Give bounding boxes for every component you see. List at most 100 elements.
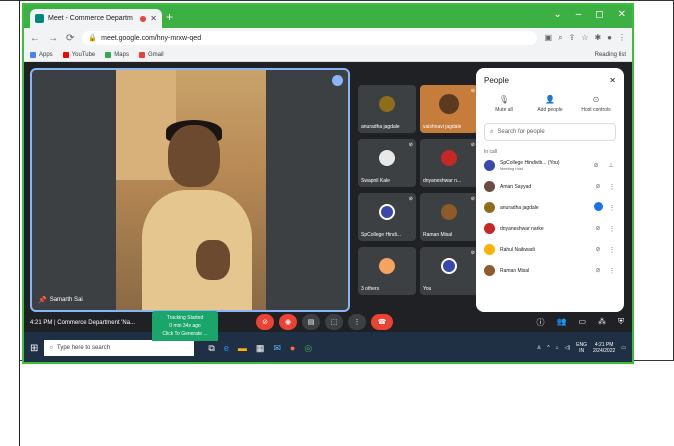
mic-off-icon[interactable]: ⊘: [591, 162, 601, 169]
tab-bar: Meet - Commerce Departm ✕ + ⌄ – ◻ ✕: [24, 5, 632, 28]
region-code: IN: [579, 348, 585, 354]
windows-start-icon[interactable]: ⊞: [30, 343, 38, 354]
mic-off-icon: ⊘: [470, 196, 475, 202]
star-icon[interactable]: ☆: [581, 33, 588, 43]
people-row[interactable]: dnyaneshwar narke ⊘ ⋮: [484, 218, 616, 239]
tray-chevron-icon[interactable]: ^: [547, 345, 549, 351]
video-hand: [196, 240, 230, 280]
clock[interactable]: 4:21 PM 2/24/2022: [593, 342, 615, 354]
participant-tile[interactable]: ⊘ dnyaneshwar n...: [420, 139, 478, 187]
bookmark-apps[interactable]: Apps: [30, 51, 53, 58]
firefox-icon[interactable]: ●: [290, 343, 295, 354]
participant-tile[interactable]: anuradha jagdale: [358, 85, 416, 133]
task-view-icon[interactable]: ⧉: [208, 343, 214, 354]
mic-toggle-button[interactable]: ⊘: [256, 314, 274, 330]
participant-tile[interactable]: ⊘ SpCollege Hindi...: [358, 193, 416, 241]
people-row[interactable]: Aman Sayyad ⊘ ⋮: [484, 176, 616, 197]
notification-icon[interactable]: ▭: [621, 345, 626, 351]
participant-tile[interactable]: 3 others: [358, 247, 416, 295]
extensions-icon[interactable]: ✱: [594, 33, 601, 43]
mic-off-icon: 🎙: [498, 95, 510, 104]
people-row[interactable]: SpCollege Hindivib... (You) Meeting host…: [484, 155, 616, 176]
more-options-icon[interactable]: ⋮: [608, 246, 616, 254]
bookmark-maps[interactable]: Maps: [105, 51, 129, 58]
avatar: [484, 160, 495, 171]
host-tag: Meeting host: [500, 166, 523, 171]
main-video-tile[interactable]: 📌 Samarth Sai: [30, 68, 350, 312]
clock-date: 2/24/2022: [593, 348, 616, 354]
info-icon[interactable]: ⓘ: [536, 317, 544, 328]
profile-icon[interactable]: ●: [607, 33, 612, 43]
people-panel: People ✕ 🎙 Mute all 👤 Add people ⊙ Host …: [476, 68, 624, 312]
participant-tile[interactable]: ⊘ Swapnil Kale: [358, 139, 416, 187]
mic-off-icon[interactable]: ⊘: [593, 246, 603, 253]
people-tray-icon[interactable]: ♙: [537, 345, 541, 351]
maximize-button[interactable]: ◻: [595, 9, 603, 20]
host-shield-icon[interactable]: ⛨: [618, 317, 624, 328]
participant-tile[interactable]: ⊘ You: [420, 247, 478, 295]
share-icon[interactable]: ⇪: [569, 33, 576, 43]
more-options-icon[interactable]: ⋮: [608, 204, 616, 212]
mic-off-icon[interactable]: ⊘: [593, 225, 603, 232]
close-window-button[interactable]: ✕: [618, 9, 626, 20]
taskbar-search-input[interactable]: ○ Type here to search: [44, 340, 195, 356]
zoom-icon[interactable]: ⌕: [558, 33, 562, 43]
browser-tab[interactable]: Meet - Commerce Departm ✕: [30, 9, 162, 28]
people-row[interactable]: anuradha jagdale ⋮: [484, 197, 616, 218]
captions-button[interactable]: ▤: [302, 314, 320, 330]
minimize-button[interactable]: –: [576, 9, 582, 20]
menu-icon[interactable]: ⋮: [618, 33, 626, 43]
add-people-label: Add people: [537, 107, 563, 113]
url-field[interactable]: 🔒 meet.google.com/hny-mrxw-qed: [82, 31, 537, 45]
new-tab-button[interactable]: +: [166, 10, 173, 24]
camera-icon[interactable]: ▣: [545, 33, 553, 43]
people-icon[interactable]: 👥: [556, 317, 566, 328]
chrome-icon[interactable]: ◎: [304, 343, 312, 354]
more-options-icon[interactable]: ⋮: [608, 267, 616, 275]
taskbar-apps: ⧉ e ▬ ▦ ✉ ● ◎: [208, 343, 312, 354]
chat-icon[interactable]: ▭: [578, 317, 586, 328]
more-options-icon[interactable]: ⋮: [608, 183, 616, 191]
tracking-widget[interactable]: Tracking Started 0 min 34s ago Click To …: [152, 311, 218, 341]
tracking-generate-link[interactable]: Click To Generate ...: [152, 330, 218, 338]
mic-off-icon: ⊘: [470, 142, 475, 148]
store-icon[interactable]: ▦: [256, 343, 265, 354]
forward-arrow-icon[interactable]: →: [48, 33, 58, 44]
activities-icon[interactable]: ⁂: [598, 317, 606, 328]
people-row[interactable]: Rahul Naikwadi ⊘ ⋮: [484, 239, 616, 260]
mail-icon[interactable]: ✉: [273, 343, 281, 354]
language-indicator[interactable]: ENG IN: [576, 342, 587, 354]
windows-taskbar: ⊞ ○ Type here to search ⧉ e ▬ ▦ ✉ ● ◎ ♙ …: [24, 332, 632, 362]
add-people-button[interactable]: 👤 Add people: [530, 95, 570, 113]
participant-tile[interactable]: ⊘ vaishnavi jagdale: [420, 85, 478, 133]
reload-icon[interactable]: ⟳: [66, 33, 74, 44]
end-call-button[interactable]: ☎: [371, 314, 393, 330]
people-row[interactable]: Raman Misal ⊘ ⋮: [484, 260, 616, 281]
bookmark-youtube[interactable]: YouTube: [62, 51, 95, 58]
mute-all-button[interactable]: 🎙 Mute all: [484, 95, 524, 113]
volume-icon[interactable]: ◁): [565, 345, 571, 351]
bookmark-gmail[interactable]: Gmail: [138, 51, 164, 58]
tab-search-icon[interactable]: ⌄: [553, 9, 561, 20]
mic-off-icon[interactable]: ⊘: [593, 183, 603, 190]
camera-toggle-button[interactable]: ◉: [279, 314, 297, 330]
people-search-input[interactable]: ⌕ Search for people: [484, 123, 616, 141]
mic-off-icon[interactable]: ⊘: [593, 267, 603, 274]
file-explorer-icon[interactable]: ▬: [238, 343, 247, 354]
edge-icon[interactable]: e: [224, 343, 229, 354]
reading-list[interactable]: Reading list: [595, 52, 626, 58]
participant-name: Swapnil Kale: [361, 178, 390, 184]
back-arrow-icon[interactable]: ←: [30, 33, 40, 44]
tab-close-icon[interactable]: ✕: [150, 14, 157, 23]
more-options-button[interactable]: ⋮: [348, 314, 366, 330]
panel-close-button[interactable]: ✕: [609, 76, 616, 85]
pin-icon[interactable]: ⊥: [606, 162, 616, 169]
participant-tile[interactable]: ⊘ Raman Misal: [420, 193, 478, 241]
speaking-dot: [593, 202, 603, 211]
network-icon[interactable]: ⌂: [556, 345, 559, 351]
more-options-icon[interactable]: ⋮: [608, 225, 616, 233]
present-button[interactable]: ⬚: [325, 314, 343, 330]
search-placeholder: Search for people: [497, 129, 545, 135]
host-controls-button[interactable]: ⊙ Host controls: [576, 95, 616, 113]
toggle-icon: ⊙: [592, 95, 600, 104]
